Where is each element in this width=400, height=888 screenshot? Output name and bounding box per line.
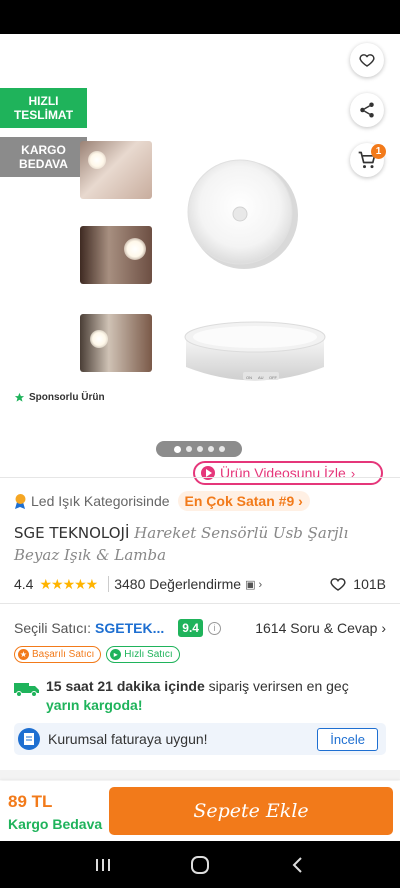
seller-row[interactable]: Seçili Satıcı: SGETEK... 9.4 i 1614 Soru… bbox=[14, 619, 386, 637]
cart-count-badge: 1 bbox=[371, 144, 386, 159]
back-button[interactable] bbox=[14, 46, 42, 74]
sponsored-text: Sponsorlu Ürün bbox=[29, 392, 105, 403]
free-cargo-label: Kargo Bedava bbox=[8, 816, 103, 832]
seller-name[interactable]: SGETEK... bbox=[95, 620, 164, 636]
pagination-dot[interactable] bbox=[207, 446, 214, 452]
divider bbox=[0, 603, 400, 604]
corporate-invoice-banner: Kurumsal faturaya uygun! İncele bbox=[14, 723, 386, 755]
rating-stars: ★★★★★ bbox=[39, 575, 98, 592]
switch-label-on: ON bbox=[246, 375, 252, 380]
gallery-thumbnail-1[interactable] bbox=[80, 141, 152, 199]
rating-value: 4.4 bbox=[14, 576, 34, 592]
price: 89 TL bbox=[8, 792, 53, 811]
watch-video-button[interactable]: Ürün Videosunu İzle › bbox=[193, 461, 383, 485]
category-rank-row[interactable]: Led Işık Kategorisinde En Çok Satan #9 › bbox=[14, 491, 310, 511]
arrow-left-icon bbox=[17, 50, 39, 70]
add-to-cart-button[interactable]: Sepete Ekle bbox=[109, 787, 393, 835]
badge-label: Hızlı Satıcı bbox=[124, 649, 173, 660]
switch-label-off: OFF bbox=[269, 375, 278, 380]
gallery-thumbnail-3[interactable] bbox=[80, 314, 152, 372]
divider bbox=[0, 477, 400, 478]
cart-button[interactable]: 1 bbox=[350, 143, 386, 177]
share-button[interactable] bbox=[350, 93, 384, 127]
heart-icon bbox=[359, 54, 375, 67]
seller-label: Seçili Satıcı: bbox=[14, 620, 92, 636]
info-icon[interactable]: i bbox=[207, 621, 221, 635]
home-icon[interactable] bbox=[186, 851, 214, 879]
gallery-pagination[interactable] bbox=[156, 441, 242, 457]
pagination-dot[interactable] bbox=[218, 446, 225, 452]
category-text: Led Işık Kategorisinde bbox=[31, 493, 170, 509]
fast-delivery-tag: HIZLI TESLİMAT bbox=[0, 88, 87, 128]
invoice-text: Kurumsal faturaya uygun! bbox=[48, 731, 208, 747]
reviews-count[interactable]: 3480 Değerlendirme bbox=[114, 576, 241, 592]
favorite-button[interactable] bbox=[350, 43, 384, 77]
medal-icon bbox=[15, 494, 26, 509]
successful-seller-badge: ★ Başarılı Satıcı bbox=[14, 646, 102, 663]
free-cargo-tag: KARGO BEDAVA bbox=[0, 137, 87, 177]
award-icon: ★ bbox=[18, 649, 29, 660]
seller-badges: ★ Başarılı Satıcı ▸ Hızlı Satıcı bbox=[14, 646, 180, 663]
best-seller-rank-badge[interactable]: En Çok Satan #9 › bbox=[177, 491, 310, 511]
recent-apps-icon[interactable] bbox=[89, 851, 117, 879]
system-nav-bar bbox=[0, 841, 400, 888]
status-bar bbox=[0, 0, 400, 34]
bottom-action-bar: 89 TL Kargo Bedava Sepete Ekle bbox=[0, 781, 400, 841]
pagination-dot[interactable] bbox=[185, 446, 192, 452]
camera-icon: ▣ › bbox=[245, 578, 263, 591]
back-nav-icon[interactable] bbox=[283, 851, 311, 879]
star-icon bbox=[14, 392, 25, 402]
delivery-text: sipariş verirsen en geç bbox=[208, 678, 349, 694]
badge-label: Başarılı Satıcı bbox=[32, 649, 95, 660]
watch-video-label: Ürün Videosunu İzle bbox=[220, 465, 346, 481]
rating-row[interactable]: 4.4 ★★★★★ 3480 Değerlendirme ▣ › 101B bbox=[14, 574, 386, 594]
gallery-thumbnail-2[interactable] bbox=[80, 226, 152, 284]
fast-seller-badge: ▸ Hızlı Satıcı bbox=[106, 646, 180, 663]
pagination-dot[interactable] bbox=[173, 445, 181, 453]
qa-label: 1614 Soru & Cevap bbox=[255, 620, 378, 636]
delivery-info: 15 saat 21 dakika içinde sipariş verirse… bbox=[14, 677, 386, 715]
invoice-icon bbox=[18, 728, 40, 750]
heart-icon bbox=[330, 578, 346, 591]
seller-score: 9.4 bbox=[178, 619, 203, 637]
switch-label-au: AU bbox=[258, 375, 264, 380]
sponsored-label: Sponsorlu Ürün bbox=[14, 392, 105, 403]
rank-text: En Çok Satan #9 bbox=[184, 493, 295, 509]
separator bbox=[108, 576, 110, 592]
truck-badge-icon: ▸ bbox=[110, 649, 122, 660]
section-gap bbox=[0, 770, 400, 780]
inspect-button[interactable]: İncele bbox=[317, 727, 378, 751]
pagination-dot[interactable] bbox=[196, 446, 203, 452]
share-icon bbox=[360, 102, 374, 118]
delivery-highlight: yarın kargoda! bbox=[46, 697, 143, 713]
delivery-countdown: 15 saat 21 dakika içinde bbox=[46, 678, 205, 694]
chevron-right-icon: › bbox=[350, 465, 356, 481]
favorites-count[interactable]: 101B bbox=[329, 575, 386, 593]
qa-link[interactable]: 1614 Soru & Cevap › bbox=[255, 620, 386, 636]
truck-icon bbox=[14, 683, 39, 697]
product-title: SGE TEKNOLOJİ Hareket Sensörlü Usb Şarjl… bbox=[14, 522, 386, 566]
product-brand[interactable]: SGE TEKNOLOJİ bbox=[14, 524, 129, 542]
favorites-count-value: 101B bbox=[353, 576, 386, 592]
